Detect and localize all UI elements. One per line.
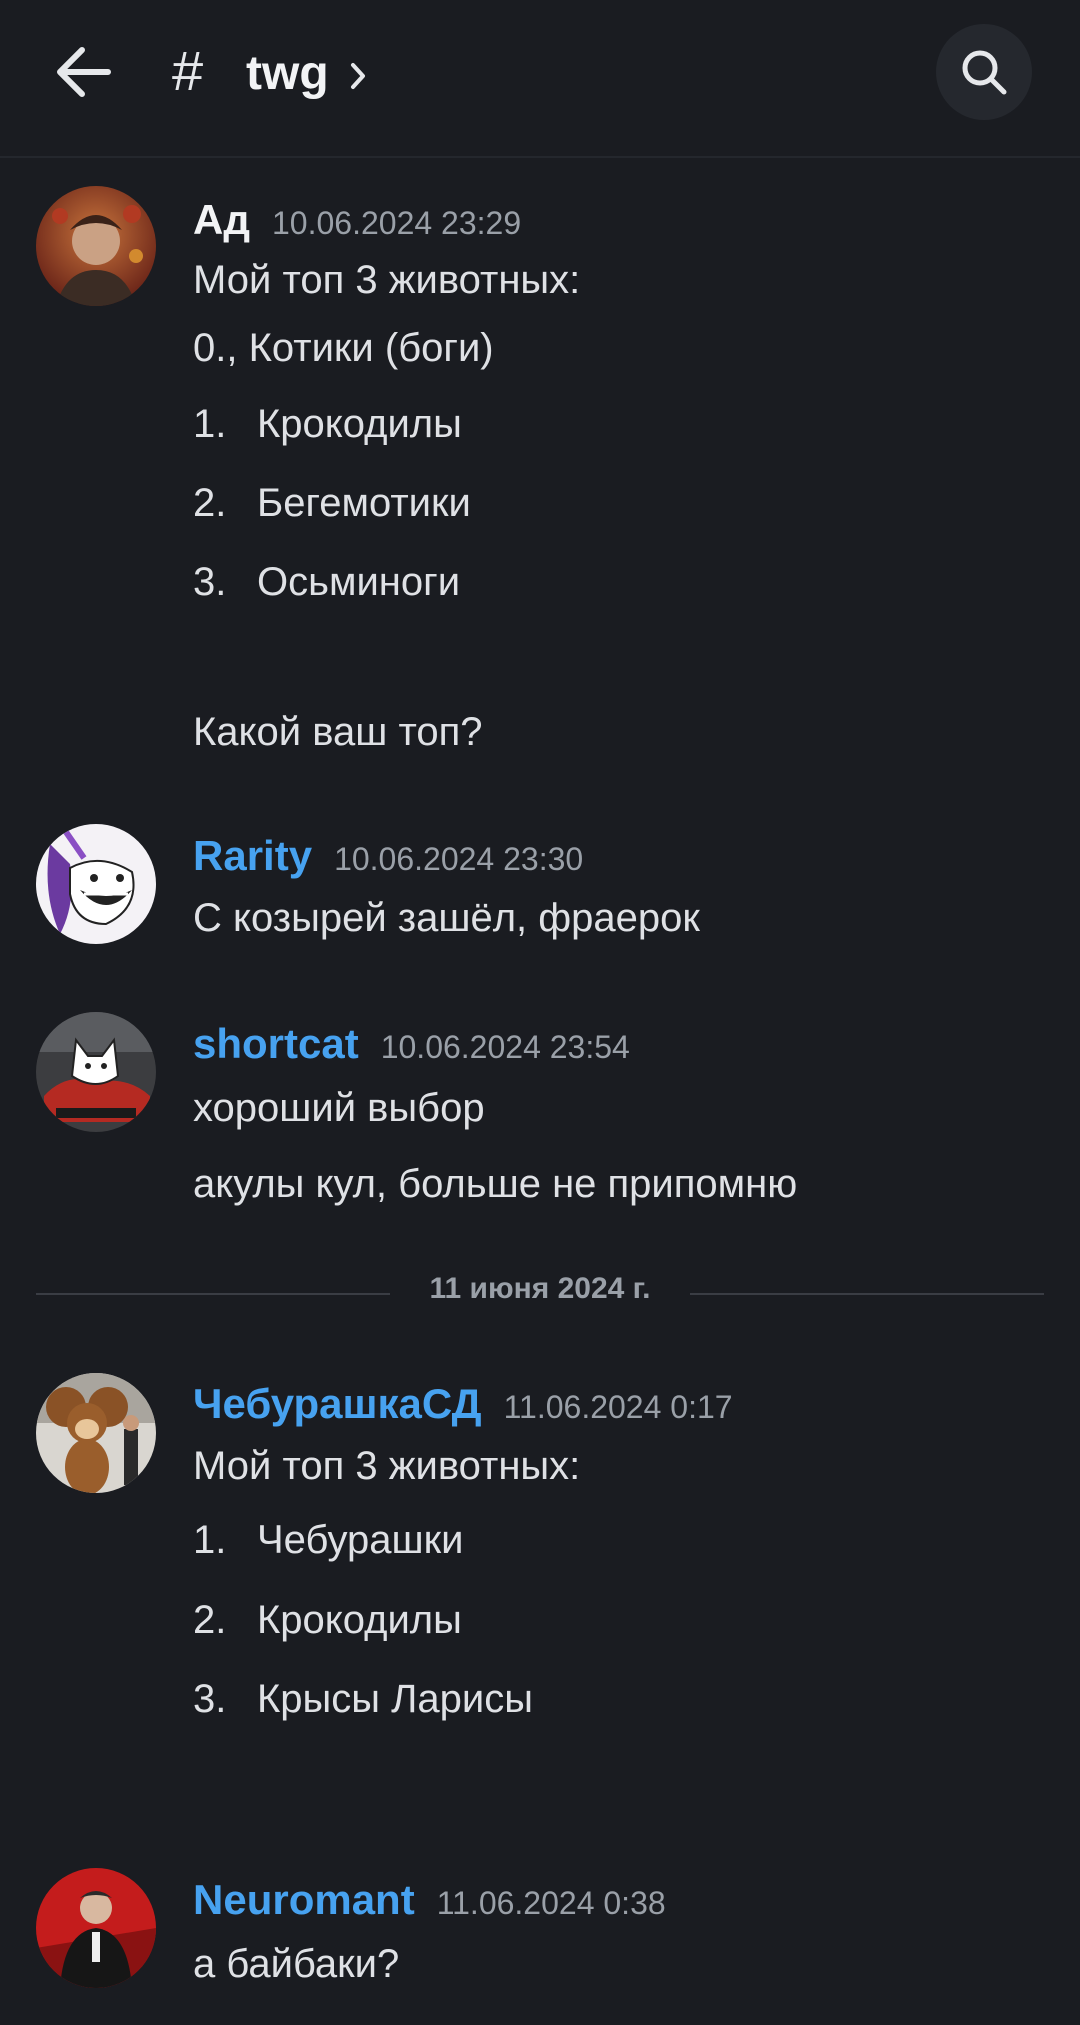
timestamp: 11.06.2024 0:17 [503,1389,733,1425]
avatar[interactable] [36,186,156,306]
list-number: 3. [193,1677,227,1721]
timestamp: 10.06.2024 23:30 [334,841,584,877]
list-item: 1. Чебурашки [193,1518,463,1563]
date-divider-label: 11 июня 2024 г. [390,1272,690,1306]
list-item-text: Крысы Ларисы [257,1677,533,1721]
list-item: 1. Крокодилы [193,402,462,447]
avatar[interactable] [36,1373,156,1493]
list-number: 3. [193,560,227,604]
search-icon [962,50,1007,95]
message-text: Мой топ 3 животных: [193,1444,581,1488]
list-item: 3. Осьминоги [193,560,460,605]
channel-hash-icon: # [172,39,204,102]
message-text: С козырей зашёл, фраерок [193,896,700,940]
message-text: Мой топ 3 животных: [193,258,581,302]
message-text: хороший выбор [193,1086,485,1130]
avatar[interactable] [36,1868,156,1988]
author-name[interactable]: Neuromant [193,1876,415,1923]
list-number: 1. [193,1518,227,1562]
list-number: 1. [193,402,227,446]
avatar[interactable] [36,824,156,944]
chevron-right-icon[interactable] [348,58,370,94]
channel-header: # twg [0,0,1080,158]
author-name[interactable]: ЧебурашкаСД [193,1380,482,1427]
list-item: 2. Бегемотики [193,481,471,526]
timestamp: 10.06.2024 23:54 [380,1029,630,1065]
list-item-text: Бегемотики [257,481,471,525]
list-number: 2. [193,481,227,525]
list-item: 2. Крокодилы [193,1598,462,1643]
timestamp: 10.06.2024 23:29 [272,205,522,241]
back-arrow-icon[interactable] [52,40,116,104]
list-item: 3. Крысы Ларисы [193,1677,533,1722]
timestamp: 11.06.2024 0:38 [436,1885,666,1921]
avatar[interactable] [36,1012,156,1132]
message-text: а байбаки? [193,1942,400,1986]
author-name[interactable]: Rarity [193,832,312,879]
list-item-text: Крокодилы [257,1598,462,1642]
list-item-text: Осьминоги [257,560,461,604]
list-number: 2. [193,1598,227,1642]
channel-title[interactable]: twg [246,46,329,101]
search-button[interactable] [936,24,1032,120]
author-name[interactable]: shortcat [193,1020,359,1067]
list-item-text: Крокодилы [257,402,462,446]
message-text: Какой ваш топ? [193,710,483,754]
author-name[interactable]: Ад [193,196,250,243]
message-text: акулы кул, больше не припомню [193,1162,798,1206]
list-item-text: Чебурашки [257,1518,464,1562]
message-text: 0., Котики (боги) [193,326,494,370]
